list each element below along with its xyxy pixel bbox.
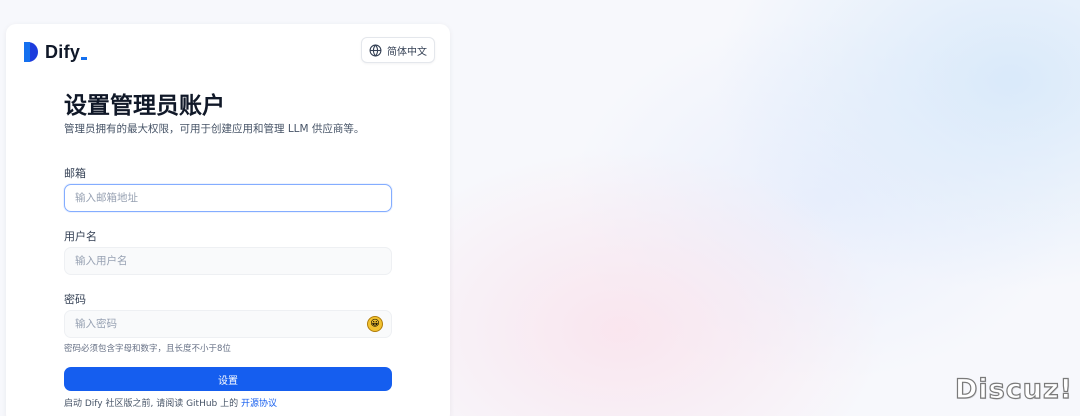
dify-logo: Dify	[24, 41, 88, 63]
brand-name-text: Dify	[45, 41, 81, 62]
brand-name: Dify	[45, 41, 88, 63]
email-field[interactable]	[64, 184, 392, 212]
password-label: 密码	[64, 293, 86, 306]
watermark-logo: Discuz!	[954, 373, 1073, 405]
footer-text: 启动 Dify 社区版之前, 请阅读 GitHub 上的	[64, 399, 239, 409]
footer-note: 启动 Dify 社区版之前, 请阅读 GitHub 上的 开源协议	[64, 396, 277, 409]
toggle-glyph: 😀	[370, 318, 380, 329]
emoji-face-icon[interactable]: 😀	[367, 316, 383, 332]
setup-panel	[6, 24, 450, 416]
password-hint: 密码必须包含字母和数字，且长度不小于8位	[64, 344, 231, 354]
page-subtitle: 管理员拥有的最大权限，可用于创建应用和管理 LLM 供应商等。	[64, 123, 365, 135]
dify-logo-icon	[24, 42, 38, 62]
email-label: 邮箱	[64, 167, 86, 180]
page-title: 设置管理员账户	[64, 93, 225, 119]
globe-icon	[369, 43, 382, 57]
password-field[interactable]	[64, 310, 392, 338]
username-label: 用户名	[64, 230, 97, 243]
language-select-button[interactable]: 简体中文	[361, 37, 435, 63]
username-field[interactable]	[64, 247, 392, 275]
language-label: 简体中文	[387, 46, 427, 58]
license-link[interactable]: 开源协议	[241, 399, 277, 409]
setup-submit-button[interactable]: 设置	[64, 367, 392, 391]
